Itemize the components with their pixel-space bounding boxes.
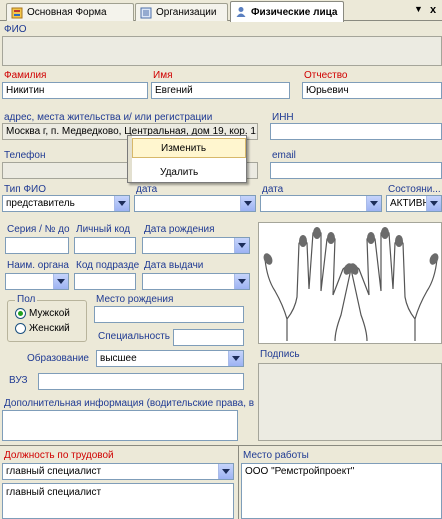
radio-unselected-icon [15,323,26,334]
position-label: Должность по трудовой [4,450,114,461]
surname-label: Фамилия [4,70,47,81]
menu-item-edit[interactable]: Изменить [132,138,246,158]
email-field[interactable] [270,162,442,179]
issue-date-label: Дата выдачи [144,260,204,271]
fio-label: ФИО [4,24,27,35]
signature-label: Подпись [260,349,300,360]
person-icon [235,6,247,18]
form-icon [11,7,23,19]
position-select[interactable]: главный специалист [2,463,234,480]
issue-date-select[interactable] [142,273,250,290]
name-field[interactable]: Евгений [151,82,290,99]
university-label: ВУЗ [9,375,28,386]
divider [0,445,442,446]
chevron-down-icon[interactable] [228,351,243,366]
passport-series-field[interactable] [5,237,69,254]
phone-label: Телефон [4,150,46,161]
surname-field[interactable]: Никитин [2,82,148,99]
gender-female-radio[interactable]: Женский [15,323,70,334]
fio-type-label: Тип ФИО [4,184,47,195]
additional-info-label: Дополнительная информация (водительские … [4,398,255,409]
chevron-down-icon[interactable] [240,196,255,211]
workplace-label: Место работы [243,450,309,461]
chevron-down-icon[interactable] [53,274,68,289]
education-label: Образование [27,353,89,364]
list-item[interactable]: главный специалист [6,487,230,498]
inn-field[interactable] [270,123,442,140]
radio-selected-icon [15,308,26,319]
status-select[interactable]: АКТИВН [386,195,442,212]
tab-list-dropdown-icon[interactable]: ▼ [414,4,423,14]
specialty-label: Специальность [98,331,170,342]
position-list[interactable]: главный специалист [2,483,234,519]
tab-organizations[interactable]: Организации [135,3,228,21]
gender-male-radio[interactable]: Мужской [15,308,70,319]
issuer-select[interactable] [5,273,69,290]
context-menu: Изменить Удалить [127,135,247,183]
inn-label: ИНН [272,112,294,123]
workplace-list[interactable]: ООО "Ремстройпроект" [241,463,442,519]
division-code-field[interactable] [74,273,136,290]
hands-icon [263,227,439,342]
menu-item-delete[interactable]: Удалить [132,162,246,182]
date2-select[interactable] [260,195,382,212]
patronymic-field[interactable]: Юрьевич [302,82,442,99]
chevron-down-icon[interactable] [234,238,249,253]
date2-label: дата [262,184,284,195]
personal-code-label: Личный код [76,224,131,235]
chevron-down-icon[interactable] [114,196,129,211]
tab-bar: Основная Форма Организации Физические ли… [0,0,442,22]
chevron-down-icon[interactable] [426,196,441,211]
fio-field[interactable] [2,36,442,66]
tab-individuals[interactable]: Физические лица [230,1,344,22]
university-field[interactable] [38,373,244,390]
fio-type-select[interactable]: представитель [2,195,130,212]
birth-place-field[interactable] [94,306,244,323]
date1-label: дата [136,184,158,195]
chevron-down-icon[interactable] [218,464,233,479]
list-item[interactable]: ООО "Ремстройпроект" [245,466,438,477]
tab-main-form[interactable]: Основная Форма [6,3,134,21]
passport-series-label: Серия / № до [7,224,70,235]
fingerprints-image [258,222,442,344]
name-label: Имя [153,70,173,81]
email-label: email [272,150,296,161]
close-tab-icon[interactable]: x [430,4,436,16]
personal-code-field[interactable] [74,237,136,254]
education-select[interactable]: высшее [96,350,244,367]
birth-date-select[interactable] [142,237,250,254]
status-label: Состояни... [388,184,441,195]
birth-place-label: Место рождения [96,294,174,305]
division-code-label: Код подразде [76,260,140,271]
chevron-down-icon[interactable] [234,274,249,289]
patronymic-label: Отчество [304,70,348,81]
signature-area[interactable] [258,363,442,441]
specialty-field[interactable] [173,329,244,346]
organizations-icon [140,7,152,19]
issuer-label: Наим. органа [7,260,69,271]
address-label: адрес, места жительства и/ или регистрац… [4,112,213,123]
gender-group [7,300,87,342]
chevron-down-icon[interactable] [366,196,381,211]
gender-label: Пол [15,294,38,305]
birth-date-label: Дата рождения [144,224,215,235]
divider [238,446,239,519]
date1-select[interactable] [134,195,256,212]
additional-info-field[interactable] [2,410,238,441]
